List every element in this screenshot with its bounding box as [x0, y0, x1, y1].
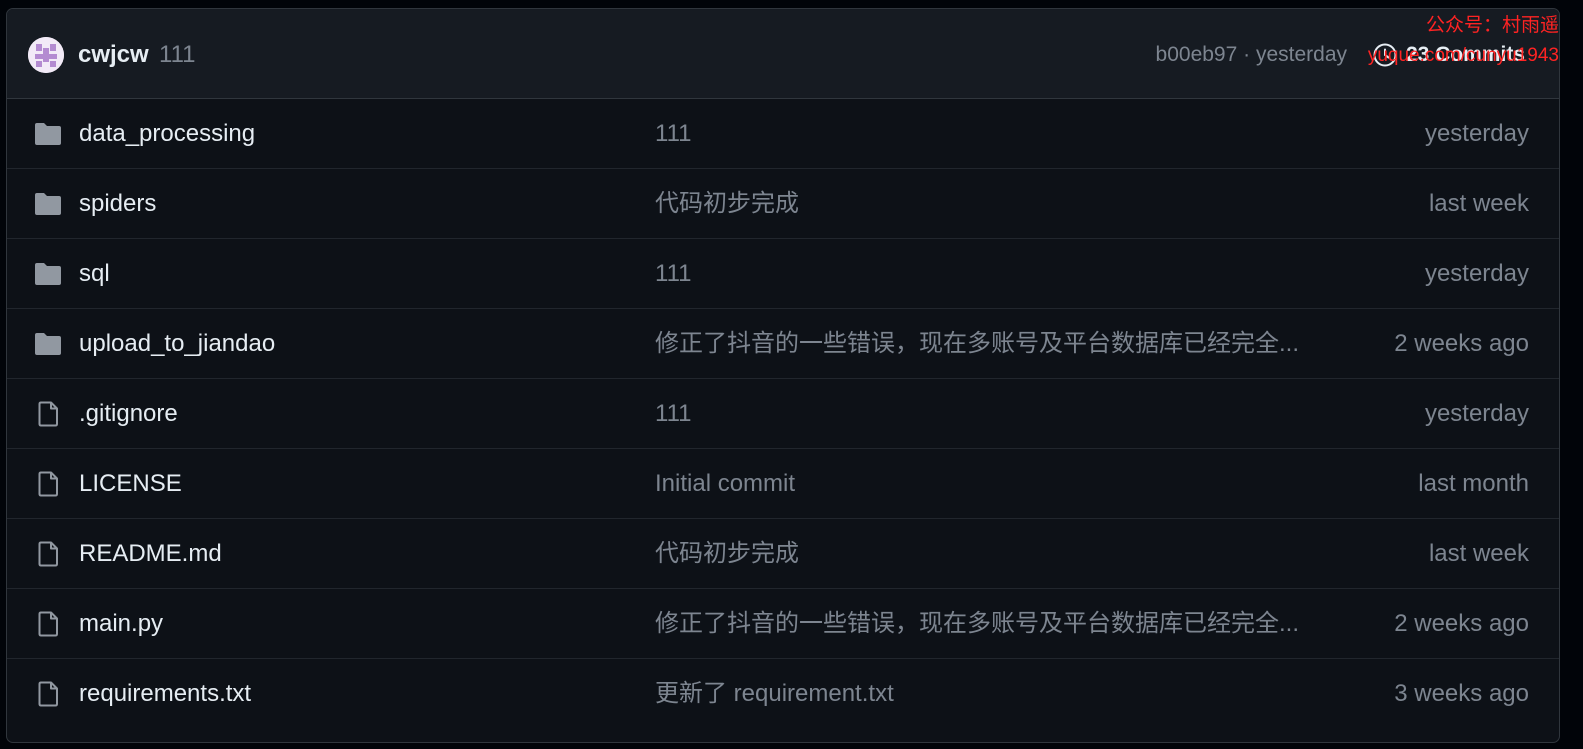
file-commit-message-link[interactable]: 代码初步完成 [655, 519, 1315, 589]
file-name-link[interactable]: data_processing [79, 99, 255, 169]
history-clock-icon [1373, 43, 1397, 67]
file-commit-date: yesterday [1424, 400, 1529, 427]
file-commit-message-link[interactable]: 修正了抖音的一些错误，现在多账号及平台数据库已经完全... [655, 309, 1315, 379]
file-commit-date: yesterday [1424, 120, 1529, 147]
file-name-link[interactable]: main.py [79, 589, 163, 659]
file-commit-date: 2 weeks ago [1394, 330, 1529, 357]
file-commit-date: yesterday [1424, 260, 1529, 287]
file-row-readme-md[interactable]: README.md 代码初步完成 last week [7, 519, 1559, 589]
file-row-main-py[interactable]: main.py 修正了抖音的一些错误，现在多账号及平台数据库已经完全... 2 we… [7, 589, 1559, 659]
folder-icon [33, 331, 63, 357]
file-name-link[interactable]: README.md [79, 519, 222, 589]
folder-icon [33, 191, 63, 217]
file-name-link[interactable]: sql [79, 239, 110, 309]
commits-history-link[interactable]: 23 Commits [1372, 37, 1525, 73]
file-name-link[interactable]: spiders [79, 169, 156, 239]
file-commit-date: last week [1428, 190, 1529, 217]
file-icon [33, 401, 63, 427]
file-icon [33, 471, 63, 497]
avatar[interactable] [28, 37, 64, 73]
file-name-link[interactable]: .gitignore [79, 379, 178, 449]
file-commit-date: 2 weeks ago [1394, 610, 1529, 637]
file-name-link[interactable]: LICENSE [79, 449, 182, 519]
file-commit-message-link[interactable]: 修正了抖音的一些错误，现在多账号及平台数据库已经完全... [655, 589, 1315, 659]
file-row-license[interactable]: LICENSE Initial commit last month [7, 449, 1559, 519]
avatar-identicon-icon [28, 37, 64, 73]
folder-icon [33, 121, 63, 147]
file-commit-message-link[interactable]: 111 [655, 99, 1315, 169]
file-icon [33, 681, 63, 707]
file-row-upload-to-jiandao[interactable]: upload_to_jiandao 修正了抖音的一些错误，现在多账号及平台数据库已… [7, 309, 1559, 379]
file-commit-date: last week [1428, 540, 1529, 567]
file-commit-message-link[interactable]: 111 [655, 239, 1315, 309]
folder-icon [33, 261, 63, 287]
latest-commit-header: cwjcw 111 b00eb97 · yesterday 23 Commits… [7, 9, 1559, 99]
file-row-data-processing[interactable]: data_processing 111 yesterday [7, 99, 1559, 169]
file-commit-date: 3 weeks ago [1394, 680, 1529, 707]
file-name-link[interactable]: upload_to_jiandao [79, 309, 275, 379]
file-browser-panel: cwjcw 111 b00eb97 · yesterday 23 Commits… [6, 8, 1560, 743]
commits-count-label: 23 Commits [1405, 43, 1525, 66]
app-frame: cwjcw 111 b00eb97 · yesterday 23 Commits… [0, 0, 1583, 749]
latest-commit-message-link[interactable]: 111 [159, 39, 195, 71]
file-row-sql[interactable]: sql 111 yesterday [7, 239, 1559, 309]
file-name-link[interactable]: requirements.txt [79, 659, 251, 729]
file-commit-message-link[interactable]: 111 [655, 379, 1315, 449]
file-commit-message-link[interactable]: 更新了 requirement.txt [655, 659, 1315, 729]
file-list: data_processing 111 yesterday spiders 代码初步完成… [7, 99, 1559, 729]
file-commit-message-link[interactable]: 代码初步完成 [655, 169, 1315, 239]
file-row-gitignore[interactable]: .gitignore 111 yesterday [7, 379, 1559, 449]
file-icon [33, 541, 63, 567]
file-icon [33, 611, 63, 637]
file-row-requirements-txt[interactable]: requirements.txt 更新了 requirement.txt 3 wee… [7, 659, 1559, 729]
latest-commit-meta[interactable]: b00eb97 · yesterday [1156, 39, 1347, 71]
file-commit-message-link[interactable]: Initial commit [655, 449, 1315, 519]
commit-author-link[interactable]: cwjcw [78, 39, 149, 71]
file-row-spiders[interactable]: spiders 代码初步完成 last week [7, 169, 1559, 239]
file-commit-date: last month [1418, 470, 1529, 497]
